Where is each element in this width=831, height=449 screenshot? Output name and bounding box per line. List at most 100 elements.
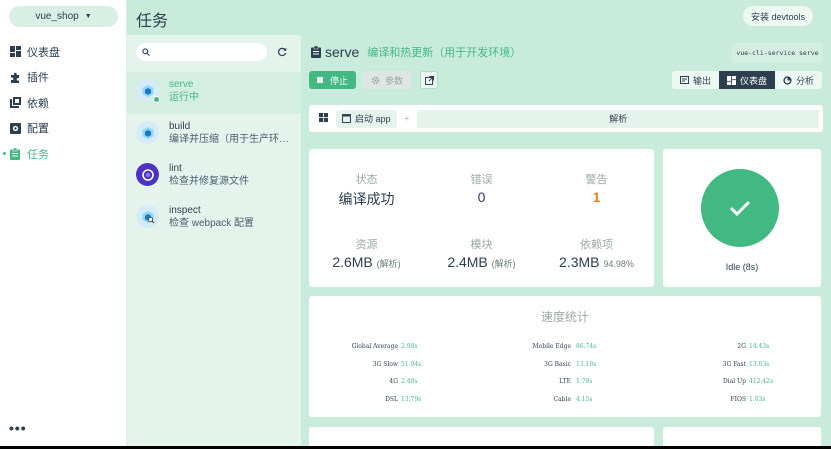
clipboard-icon bbox=[311, 46, 321, 58]
dashboard-toolbar: 启动 app + 解析 bbox=[309, 105, 823, 132]
params-label: 参数 bbox=[385, 75, 404, 86]
top-bar: 任务 安装 devtools bbox=[127, 0, 831, 35]
dashboard-icon bbox=[9, 46, 21, 58]
speed-value: 13.03s bbox=[749, 360, 770, 368]
stat-value: 2.6MB bbox=[332, 254, 373, 270]
refresh-icon[interactable] bbox=[276, 46, 288, 58]
add-widget-icon[interactable]: + bbox=[405, 114, 410, 123]
speed-row: 3G Slow 51.94s 3G Basic 13.18s 3G Fast 13.03s bbox=[309, 356, 821, 374]
nav-item-config[interactable]: 配置 bbox=[0, 116, 127, 142]
speed-row: Global Average 2.98s Mobile Edge 86.74s 2G 14… bbox=[309, 338, 821, 356]
view-tabs: 输出 仪表盘 分析 bbox=[671, 71, 822, 89]
tab-analyze[interactable]: 分析 bbox=[775, 71, 822, 89]
analyze-progress-bar: 解析 bbox=[417, 109, 820, 128]
speed-value: 14.43s bbox=[749, 343, 770, 350]
speed-value: 2.98s bbox=[401, 343, 418, 350]
nav-label: 依赖 bbox=[27, 97, 49, 110]
task-item-lint[interactable]: lint 检查并修复源文件 bbox=[127, 156, 301, 198]
speed-value: 13.18s bbox=[576, 360, 597, 368]
stat-label: 错误 bbox=[470, 174, 493, 186]
more-icon[interactable]: ••• bbox=[9, 420, 27, 436]
widget-card bbox=[309, 427, 654, 446]
task-desc: 运行中 bbox=[169, 92, 199, 103]
nav-item-dependencies[interactable]: 依赖 bbox=[0, 90, 127, 116]
speed-value: 412.42s bbox=[749, 378, 774, 385]
search-input[interactable] bbox=[154, 47, 264, 57]
stat-errors: 错误 0 bbox=[424, 171, 539, 205]
stat-value: 0 bbox=[477, 189, 486, 205]
clipboard-icon bbox=[9, 147, 21, 160]
stat-warnings: 警告 1 bbox=[539, 171, 654, 205]
webpack-inspect-icon bbox=[136, 205, 159, 228]
speed-label: 3G Fast bbox=[722, 360, 746, 368]
stat-dependencies: 依赖项 2.3MB 94.98% bbox=[539, 236, 654, 270]
speed-title: 速度统计 bbox=[540, 310, 589, 324]
task-item-serve[interactable]: serve 运行中 bbox=[127, 72, 301, 114]
stop-label: 停止 bbox=[330, 75, 349, 86]
terminal-icon bbox=[679, 76, 689, 84]
webpack-icon bbox=[136, 79, 160, 103]
stat-note: 94.98% bbox=[603, 259, 634, 269]
speed-label: DSL bbox=[385, 395, 398, 403]
speed-label: 3G Slow bbox=[372, 360, 398, 368]
speed-label: Mobile Edge bbox=[532, 343, 571, 350]
eslint-icon bbox=[136, 163, 159, 186]
speed-label: 3G Basic bbox=[544, 360, 571, 368]
task-title: serve bbox=[325, 44, 360, 60]
speed-value: 1.03s bbox=[749, 395, 766, 403]
stat-note: (解析) bbox=[376, 259, 401, 269]
nav-label: 插件 bbox=[27, 72, 49, 85]
stop-button[interactable]: 停止 bbox=[309, 71, 356, 89]
stat-note: (解析) bbox=[491, 259, 516, 269]
task-item-build[interactable]: build 编译并压缩（用于生产环境） bbox=[127, 114, 301, 156]
dashboard-icon bbox=[726, 75, 736, 85]
params-button[interactable]: 参数 bbox=[363, 71, 411, 89]
open-external-button[interactable] bbox=[420, 71, 438, 89]
speed-value: 86.74s bbox=[576, 343, 597, 350]
speed-stats-card: 速度统计 Global Average 2.98s Mobile Edge 86.74… bbox=[309, 296, 821, 417]
running-indicator bbox=[153, 96, 160, 103]
speed-label: FIOS bbox=[730, 395, 746, 403]
task-search[interactable] bbox=[136, 43, 267, 61]
task-item-inspect[interactable]: inspect 检查 webpack 配置 bbox=[127, 198, 301, 240]
stat-label: 状态 bbox=[355, 174, 378, 186]
project-selector[interactable]: vue_shop ▼ bbox=[9, 6, 118, 27]
task-name: lint bbox=[169, 163, 182, 174]
page-title: 任务 bbox=[136, 13, 169, 30]
stat-label: 依赖项 bbox=[580, 239, 613, 251]
speed-label: 2G bbox=[737, 343, 746, 350]
command-badge: vue-cli-service serve bbox=[732, 43, 823, 63]
tab-label: 分析 bbox=[795, 75, 814, 86]
webpack-icon bbox=[136, 121, 159, 144]
stop-icon bbox=[317, 77, 323, 83]
task-desc: 编译并压缩（用于生产环境） bbox=[169, 134, 294, 145]
nav-label: 仪表盘 bbox=[27, 46, 60, 59]
search-icon bbox=[142, 48, 150, 56]
nav-item-dashboard[interactable]: 仪表盘 bbox=[0, 39, 127, 65]
tab-output[interactable]: 输出 bbox=[672, 71, 719, 89]
tab-label: 输出 bbox=[692, 75, 711, 86]
nav-item-tasks[interactable]: 任务 bbox=[0, 141, 127, 167]
tab-label: 仪表盘 bbox=[739, 75, 767, 86]
idle-status-card: Idle (8s) bbox=[663, 149, 821, 287]
speed-label: LTE bbox=[559, 378, 571, 385]
start-app-label: 启动 app bbox=[355, 114, 391, 124]
gear-icon bbox=[371, 76, 380, 84]
tab-dashboard[interactable]: 仪表盘 bbox=[718, 71, 775, 89]
stat-assets: 资源 2.6MB (解析) bbox=[309, 236, 424, 270]
start-app-button[interactable]: 启动 app bbox=[336, 109, 397, 128]
nav-item-plugins[interactable]: 插件 bbox=[0, 65, 127, 91]
speed-value: 1.79s bbox=[576, 378, 593, 385]
stat-value: 编译成功 bbox=[338, 191, 395, 207]
settings-icon bbox=[9, 122, 21, 134]
browser-icon bbox=[342, 114, 351, 123]
task-name: inspect bbox=[169, 205, 201, 216]
speed-label: 4G bbox=[389, 378, 398, 385]
stat-value: 1 bbox=[592, 189, 601, 205]
task-name: build bbox=[169, 121, 191, 132]
task-name: serve bbox=[169, 79, 194, 90]
stat-value: 2.3MB bbox=[559, 254, 600, 270]
speed-row: DSL 13.79s Cable 4.15s FIOS 1.03s bbox=[309, 391, 821, 409]
install-devtools-button[interactable]: 安装 devtools bbox=[742, 6, 813, 26]
analyze-icon bbox=[783, 75, 792, 85]
